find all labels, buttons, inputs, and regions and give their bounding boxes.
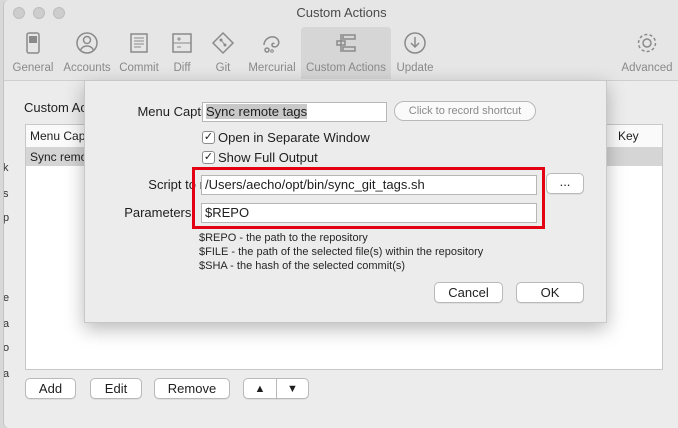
preferences-window: Custom Actions General Accounts Commit D…: [3, 0, 678, 428]
remove-button[interactable]: Remove: [154, 378, 230, 399]
edge-fragment: a: [3, 318, 10, 330]
help-text-repo: $REPO - the path to the repository: [199, 232, 368, 244]
toolbar-mercurial[interactable]: Mercurial: [244, 27, 300, 79]
edge-fragment: k: [3, 162, 9, 174]
edge-fragment: a: [3, 368, 10, 380]
custom-actions-heading: Custom Ac: [24, 100, 87, 115]
parameters-field[interactable]: $REPO: [201, 203, 537, 223]
help-text-sha: $SHA - the hash of the selected commit(s…: [199, 260, 406, 272]
move-up-button[interactable]: ▲: [243, 378, 277, 399]
move-down-button[interactable]: ▼: [276, 378, 309, 399]
cancel-button[interactable]: Cancel: [434, 282, 503, 303]
menu-caption-field[interactable]: Sync remote tags: [202, 102, 387, 122]
show-full-output-label: Show Full Output: [218, 150, 318, 165]
add-button[interactable]: Add: [25, 378, 76, 399]
edge-fragment: p: [3, 212, 10, 224]
row-caption: Sync remo: [30, 150, 88, 164]
edge-fragment: s: [3, 188, 9, 200]
toolbar-accounts[interactable]: Accounts: [60, 27, 114, 79]
window-title: Custom Actions: [296, 5, 387, 20]
edit-action-sheet: Menu Caption: Sync remote tags Click to …: [84, 80, 607, 323]
column-menu-caption[interactable]: Menu Capt: [30, 129, 89, 143]
titlebar: Custom Actions General Accounts Commit D…: [4, 0, 678, 81]
script-path-field[interactable]: /Users/aecho/opt/bin/sync_git_tags.sh: [201, 175, 537, 195]
edit-button[interactable]: Edit: [90, 378, 142, 399]
browse-button[interactable]: ...: [546, 173, 584, 194]
show-full-output-checkbox[interactable]: ✓: [202, 151, 215, 164]
mercurial-icon: [263, 36, 280, 53]
edge-fragment: o: [3, 342, 10, 354]
general-switch-icon: [26, 32, 40, 54]
toolbar-diff[interactable]: Diff: [164, 27, 200, 79]
parameters-label: Parameters:: [124, 205, 195, 220]
commit-document-icon: [130, 33, 148, 53]
accounts-person-icon: [76, 32, 98, 54]
column-key[interactable]: Key: [618, 129, 639, 143]
record-shortcut-button[interactable]: Click to record shortcut: [394, 101, 536, 121]
toolbar-update[interactable]: Update: [393, 27, 437, 79]
custom-actions-icon: [336, 34, 356, 52]
toolbar-custom-actions[interactable]: Custom Actions: [301, 27, 391, 79]
help-text-file: $FILE - the path of the selected file(s)…: [199, 246, 484, 258]
open-separate-window-label: Open in Separate Window: [218, 130, 370, 145]
advanced-gear-icon: [637, 33, 657, 53]
toolbar-advanced[interactable]: Advanced: [618, 27, 676, 79]
edge-fragment: e: [3, 292, 10, 304]
git-diamond-icon: [211, 31, 235, 55]
update-download-icon: [404, 32, 426, 54]
open-separate-window-checkbox[interactable]: ✓: [202, 131, 215, 144]
toolbar-commit[interactable]: Commit: [116, 27, 162, 79]
toolbar-general[interactable]: General: [8, 27, 58, 79]
diff-icon: [172, 33, 192, 53]
ok-button[interactable]: OK: [516, 282, 584, 303]
toolbar-git[interactable]: Git: [204, 27, 242, 79]
